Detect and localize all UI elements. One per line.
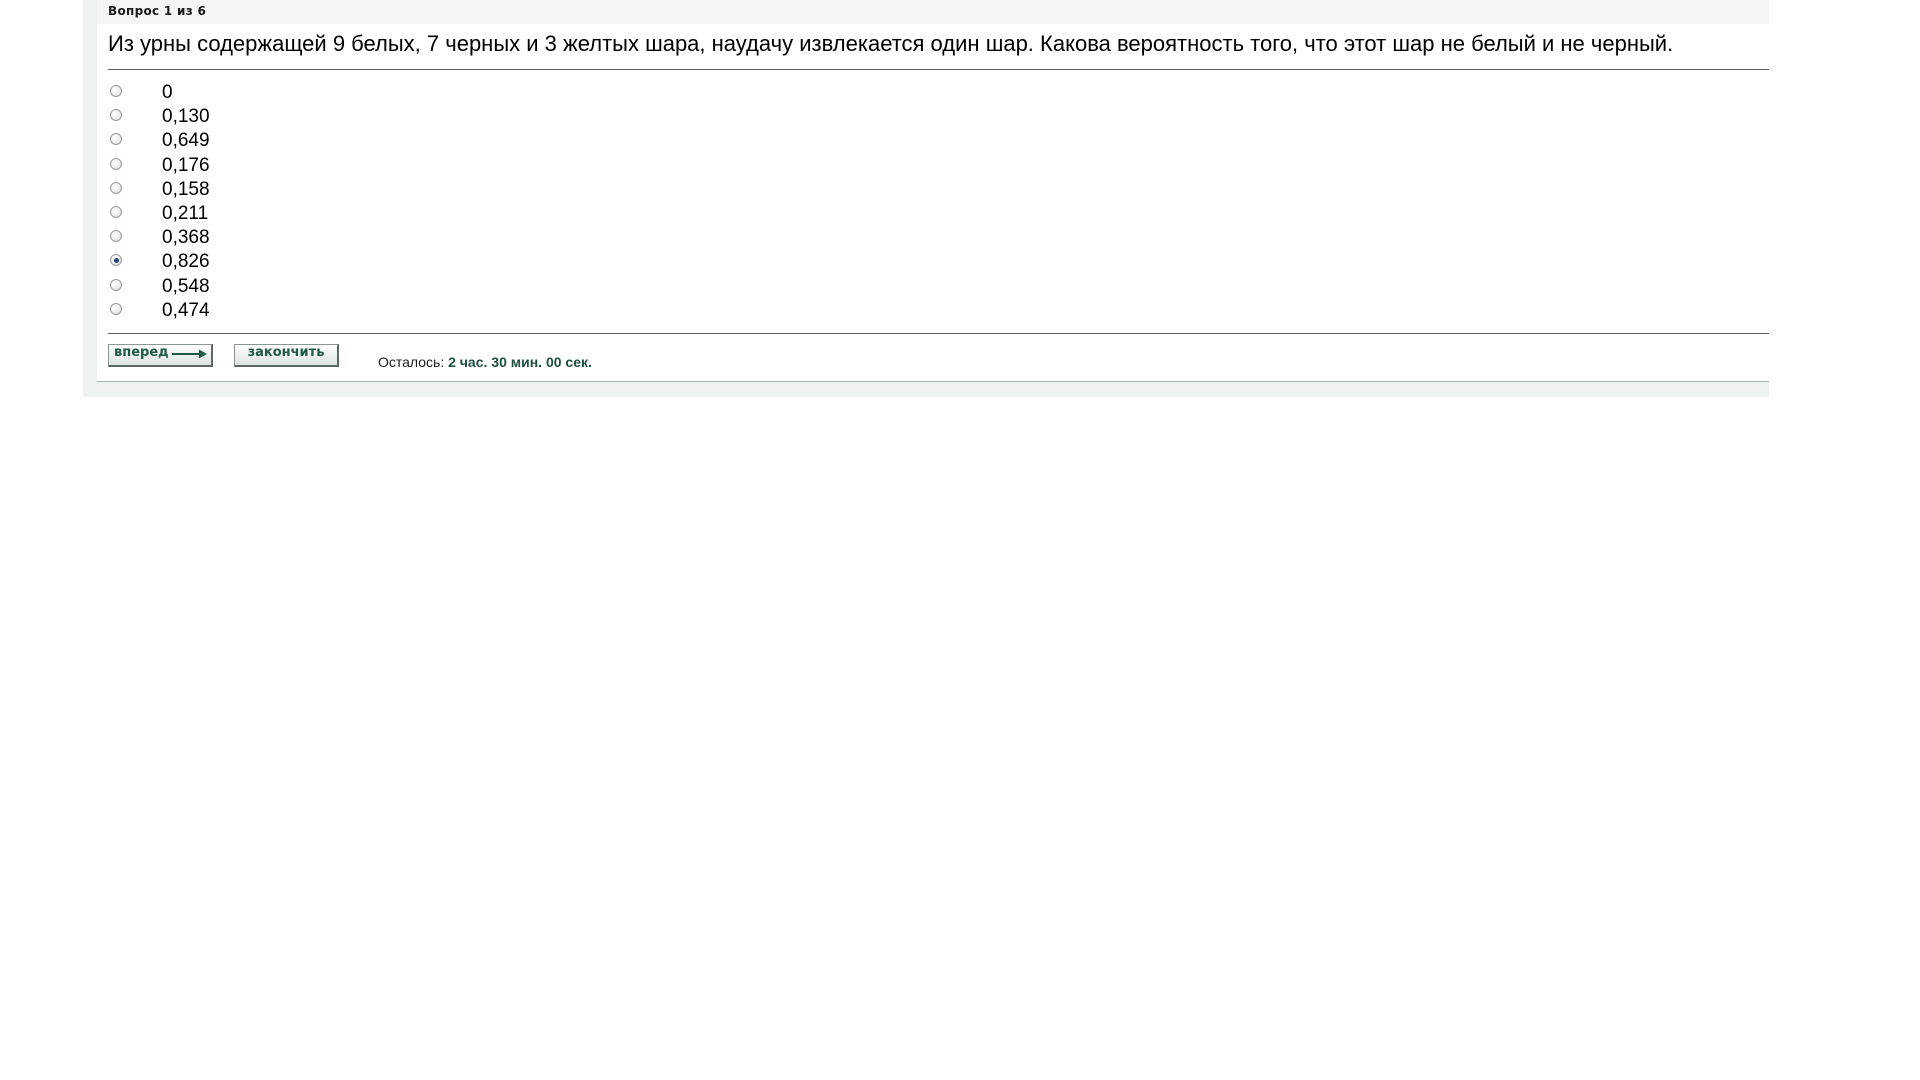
radio-button[interactable] — [110, 85, 122, 97]
answer-option-label: 0 — [162, 82, 173, 103]
finish-button[interactable]: закончить — [234, 344, 339, 367]
answer-option-label: 0,176 — [162, 154, 210, 176]
test-panel: Вопрос 1 из 6 Из урны содержащей 9 белых… — [83, 0, 1769, 397]
answer-option-label: 0,548 — [162, 275, 210, 297]
time-remaining-label: Осталось: — [378, 354, 445, 370]
answer-option-label: 0,130 — [162, 106, 210, 128]
radio-button[interactable] — [110, 230, 122, 243]
arrow-right-icon — [172, 349, 207, 359]
radio-button[interactable] — [110, 157, 122, 170]
radio-button[interactable] — [110, 133, 122, 146]
answer-option-label: 0,368 — [162, 227, 210, 249]
question-counter: Вопрос 1 из 6 — [108, 4, 207, 18]
divider-bottom — [108, 333, 1769, 334]
time-remaining-value: 2 час. 30 мин. 00 сек. — [448, 354, 592, 370]
radio-button[interactable] — [110, 205, 122, 218]
finish-button-label: закончить — [247, 345, 325, 360]
next-button[interactable]: вперед — [108, 344, 213, 367]
divider-top — [108, 69, 1769, 70]
answer-option-label: 0,826 — [162, 251, 210, 273]
radio-button[interactable] — [110, 254, 122, 267]
question-card: Вопрос 1 из 6 Из урны содержащей 9 белых… — [97, 0, 1769, 382]
radio-button[interactable] — [110, 302, 122, 315]
question-text: Из урны содержащей 9 белых, 7 черных и 3… — [108, 31, 1674, 56]
question-header: Вопрос 1 из 6 — [97, 0, 1769, 24]
time-remaining: Осталось: 2 час. 30 мин. 00 сек. — [378, 354, 592, 370]
answer-option-label: 0,211 — [162, 202, 209, 224]
answer-option-label: 0,158 — [162, 178, 210, 200]
next-button-label: вперед — [114, 345, 169, 360]
answer-option-label: 0,649 — [162, 130, 210, 152]
radio-button[interactable] — [110, 109, 122, 122]
radio-button[interactable] — [110, 278, 122, 291]
answer-option-label: 0,474 — [162, 299, 210, 321]
radio-button[interactable] — [110, 181, 122, 194]
